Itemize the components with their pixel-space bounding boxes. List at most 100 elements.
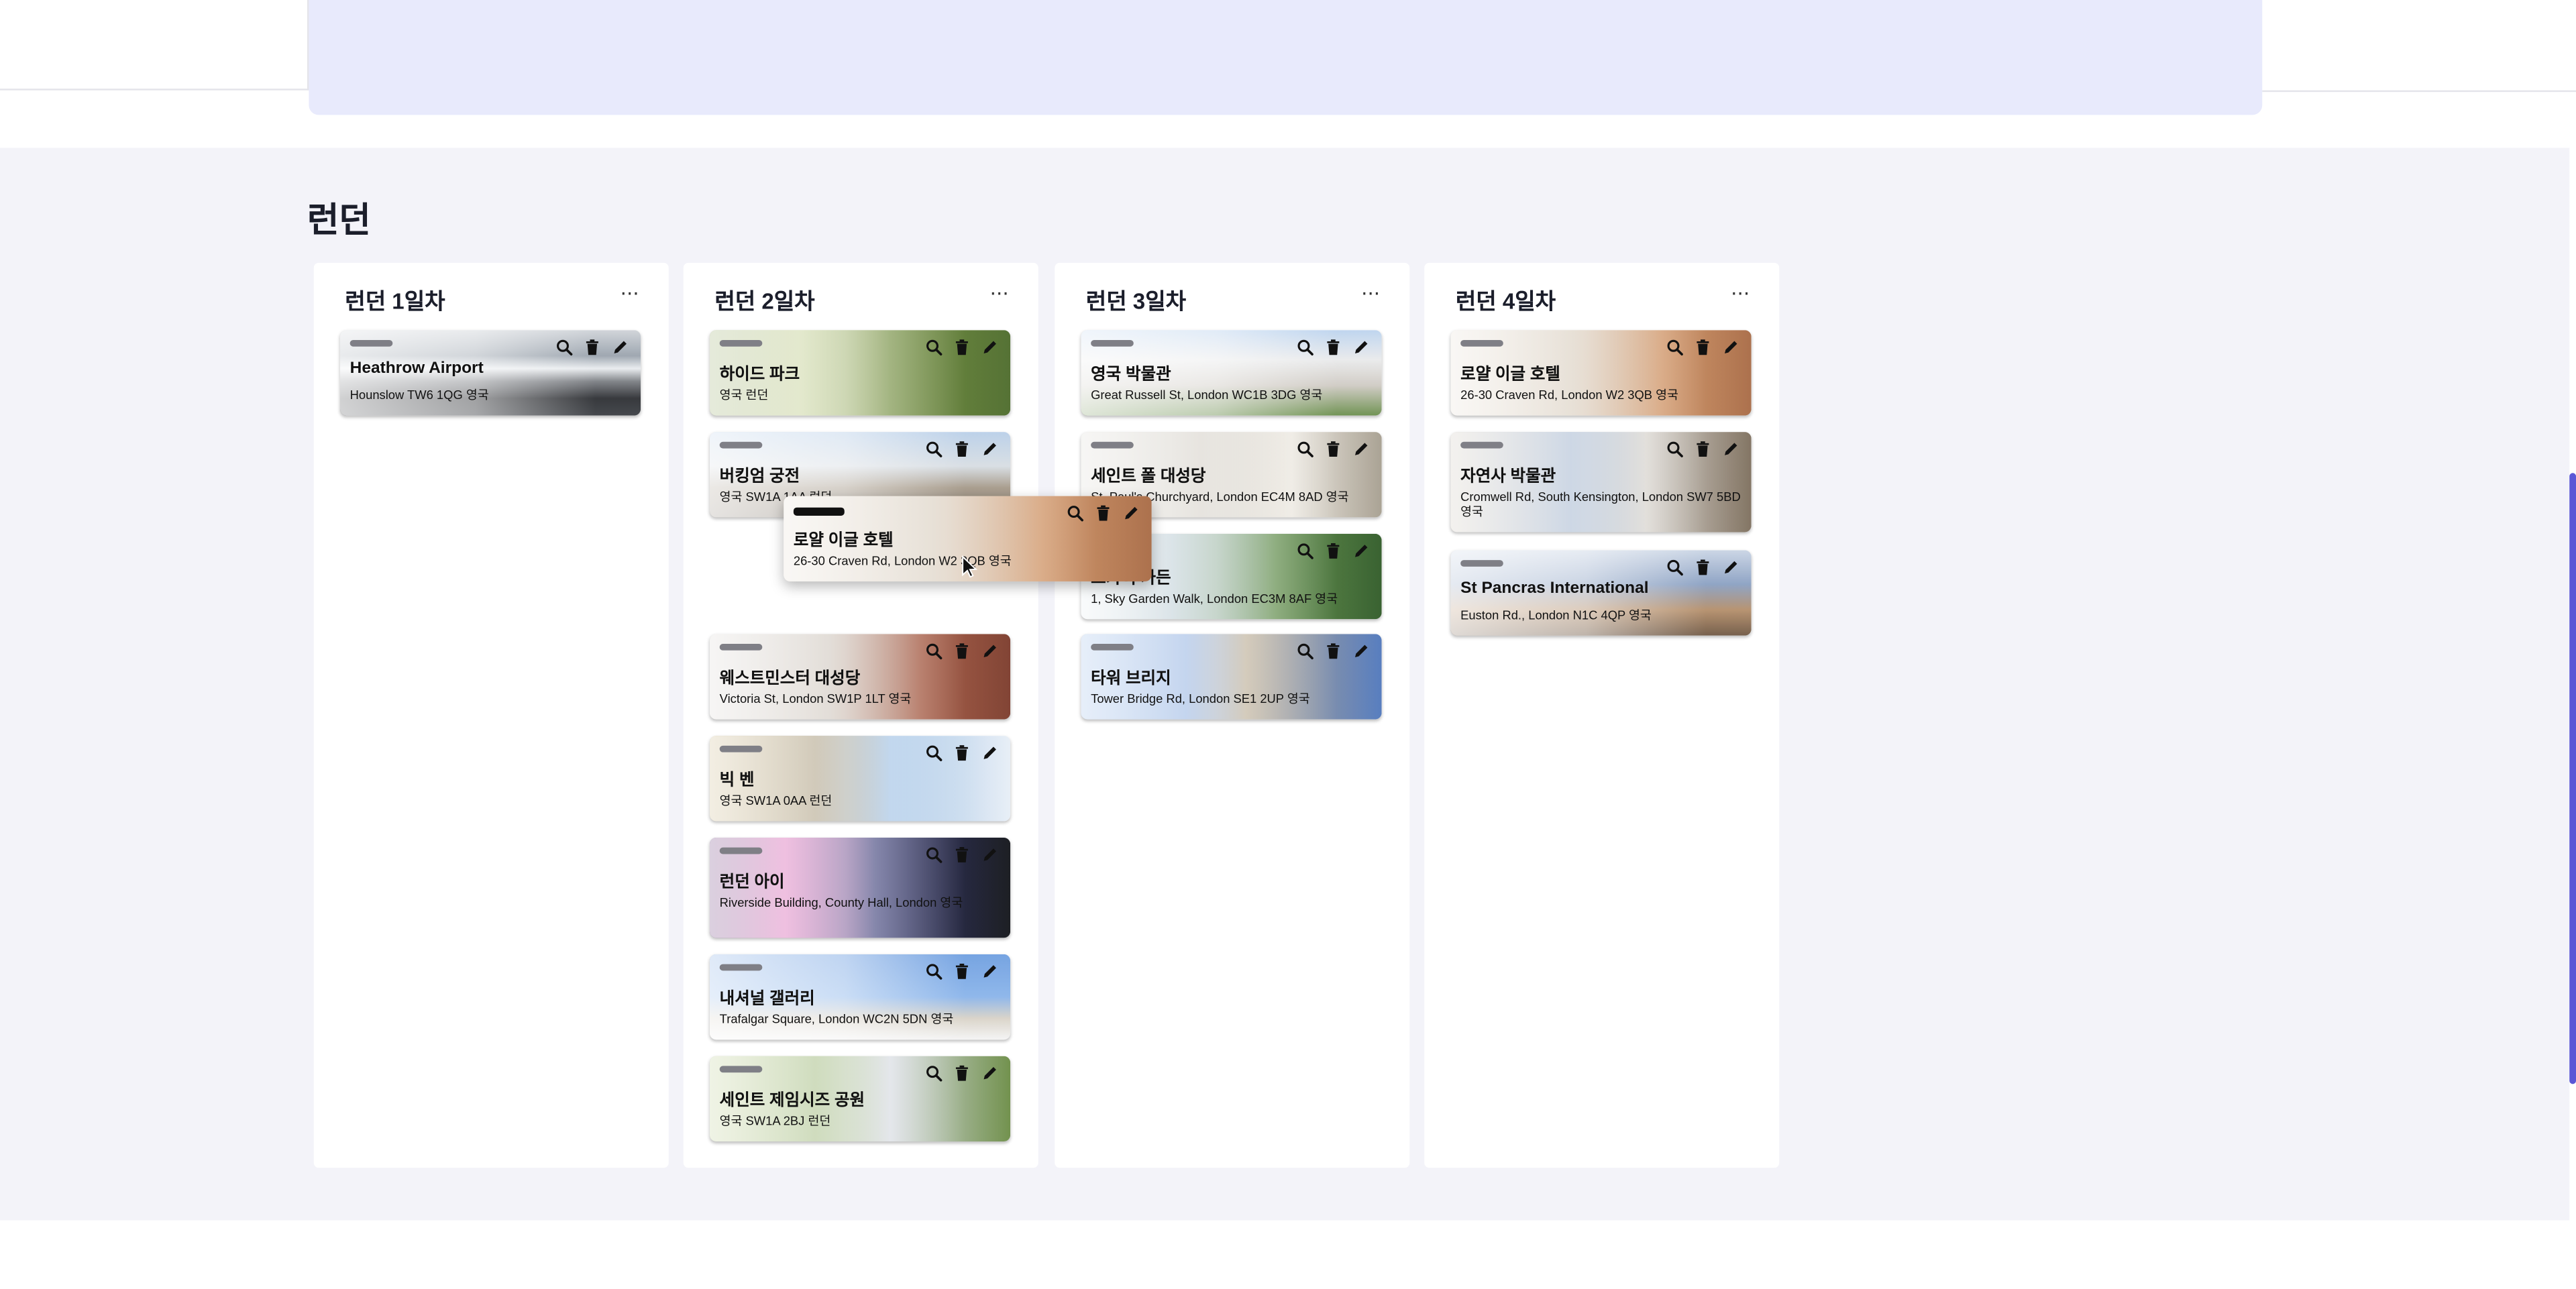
card-address: Trafalgar Square, London WC2N 5DN 영국 [719, 1011, 954, 1027]
drag-handle[interactable] [719, 1066, 763, 1073]
trash-icon[interactable] [953, 642, 971, 661]
pencil-icon[interactable] [981, 440, 999, 458]
search-icon[interactable] [1666, 440, 1684, 458]
card-actions [925, 440, 999, 458]
pencil-icon[interactable] [1352, 642, 1371, 661]
pencil-icon[interactable] [981, 846, 999, 864]
place-card[interactable]: 내셔널 갤러리 Trafalgar Square, London WC2N 5D… [709, 954, 1011, 1040]
place-card[interactable]: 런던 아이 Riverside Building, County Hall, L… [709, 837, 1011, 938]
more-horizontal-icon[interactable]: ··· [1731, 282, 1750, 305]
pencil-icon[interactable] [1722, 338, 1740, 356]
card-actions [925, 338, 999, 356]
trash-icon[interactable] [1324, 642, 1342, 661]
pencil-icon[interactable] [981, 1064, 999, 1082]
trash-icon[interactable] [1094, 504, 1112, 522]
search-icon[interactable] [1296, 542, 1314, 560]
pencil-icon[interactable] [981, 338, 999, 356]
search-icon[interactable] [1296, 440, 1314, 458]
card-address: Great Russell St, London WC1B 3DG 영국 [1091, 387, 1323, 403]
card-address: Riverside Building, County Hall, London … [719, 895, 963, 910]
search-icon[interactable] [925, 744, 943, 762]
pencil-icon[interactable] [981, 744, 999, 762]
more-horizontal-icon[interactable]: ··· [621, 282, 639, 305]
search-icon[interactable] [1066, 504, 1084, 522]
search-icon[interactable] [925, 846, 943, 864]
day-column: 런던 3일차 ··· 영국 박물관 Great Russell St, Londo… [1055, 262, 1410, 1168]
drag-handle[interactable] [719, 847, 763, 854]
trash-icon[interactable] [1694, 559, 1712, 577]
trash-icon[interactable] [953, 440, 971, 458]
drag-handle[interactable] [719, 745, 763, 752]
card-actions [1666, 559, 1739, 577]
search-icon[interactable] [1296, 642, 1314, 661]
search-icon[interactable] [925, 962, 943, 980]
pencil-icon[interactable] [1352, 542, 1371, 560]
day-column: 런던 1일차 ··· Heathrow Airport Hounslow TW6 … [313, 262, 669, 1168]
pencil-icon[interactable] [1352, 440, 1371, 458]
place-card[interactable]: Heathrow Airport Hounslow TW6 1QG 영국 [339, 330, 641, 416]
trash-icon[interactable] [953, 744, 971, 762]
trash-icon[interactable] [1694, 338, 1712, 356]
trash-icon[interactable] [953, 1064, 971, 1082]
drag-handle[interactable] [793, 507, 845, 516]
more-horizontal-icon[interactable]: ··· [990, 282, 1009, 305]
trash-icon[interactable] [583, 338, 601, 356]
card-name: 로얄 이글 호텔 [793, 532, 894, 551]
place-card[interactable]: 세인트 제임시즈 공원 영국 SW1A 2BJ 런던 [709, 1056, 1011, 1142]
drag-handle[interactable] [719, 339, 763, 347]
drag-handle[interactable] [350, 339, 393, 347]
pencil-icon[interactable] [981, 642, 999, 661]
more-horizontal-icon[interactable]: ··· [1361, 282, 1380, 305]
search-icon[interactable] [555, 338, 574, 356]
trash-icon[interactable] [1324, 440, 1342, 458]
drag-handle[interactable] [1460, 441, 1503, 449]
card-actions [1296, 542, 1370, 560]
trash-icon[interactable] [953, 962, 971, 980]
pencil-icon[interactable] [1352, 338, 1371, 356]
search-icon[interactable] [925, 1064, 943, 1082]
drag-handle[interactable] [1460, 339, 1503, 347]
trash-icon[interactable] [1324, 542, 1342, 560]
card-address: 영국 런던 [719, 387, 769, 403]
trash-icon[interactable] [1694, 440, 1712, 458]
trash-icon[interactable] [953, 338, 971, 356]
drag-handle[interactable] [719, 964, 763, 971]
place-card[interactable]: 영국 박물관 Great Russell St, London WC1B 3DG… [1081, 330, 1382, 416]
card-actions [925, 744, 999, 762]
place-card[interactable]: 웨스트민스터 대성당 Victoria St, London SW1P 1LT … [709, 634, 1011, 720]
trash-icon[interactable] [953, 846, 971, 864]
place-card[interactable]: 하이드 파크 영국 런던 [709, 330, 1011, 416]
trash-icon[interactable] [1324, 338, 1342, 356]
pencil-icon[interactable] [611, 338, 629, 356]
place-card[interactable]: 로얄 이글 호텔 26-30 Craven Rd, London W2 3QB … [1450, 330, 1752, 416]
search-icon[interactable] [925, 338, 943, 356]
search-icon[interactable] [1296, 338, 1314, 356]
search-icon[interactable] [1666, 559, 1684, 577]
place-card[interactable]: 자연사 박물관 Cromwell Rd, South Kensington, L… [1450, 432, 1752, 533]
search-icon[interactable] [925, 642, 943, 661]
search-icon[interactable] [1666, 338, 1684, 356]
drag-handle[interactable] [1091, 339, 1134, 347]
drag-handle[interactable] [719, 644, 763, 651]
top-left-panel [0, 0, 309, 91]
drag-handle[interactable] [1091, 441, 1134, 449]
pencil-icon[interactable] [981, 962, 999, 980]
drag-handle[interactable] [719, 441, 763, 449]
place-card[interactable]: 빅 벤 영국 SW1A 0AA 런던 [709, 736, 1011, 822]
card-name: 내셔널 갤러리 [719, 990, 815, 1009]
drag-handle[interactable] [1460, 560, 1503, 567]
card-name: 영국 박물관 [1091, 366, 1171, 385]
pencil-icon[interactable] [1722, 440, 1740, 458]
card-name: 타워 브리지 [1091, 670, 1171, 689]
pencil-icon[interactable] [1722, 559, 1740, 577]
card-actions [1066, 504, 1140, 522]
page-scrollbar[interactable] [2569, 473, 2576, 1084]
drag-handle[interactable] [1091, 644, 1134, 651]
place-card[interactable]: St Pancras International Euston Rd., Lon… [1450, 550, 1752, 636]
place-card[interactable]: 타워 브리지 Tower Bridge Rd, London SE1 2UP 영… [1081, 634, 1382, 720]
card-address: 26-30 Craven Rd, London W2 3QB 영국 [1460, 387, 1678, 403]
search-icon[interactable] [925, 440, 943, 458]
day-column: 런던 2일차 ··· 하이드 파크 영국 런던 버킹엄 궁전 영국 SW1A 1A… [683, 262, 1038, 1168]
day-column: 런던 4일차 ··· 로얄 이글 호텔 26-30 Craven Rd, Lond… [1424, 262, 1780, 1168]
pencil-icon[interactable] [1122, 504, 1140, 522]
